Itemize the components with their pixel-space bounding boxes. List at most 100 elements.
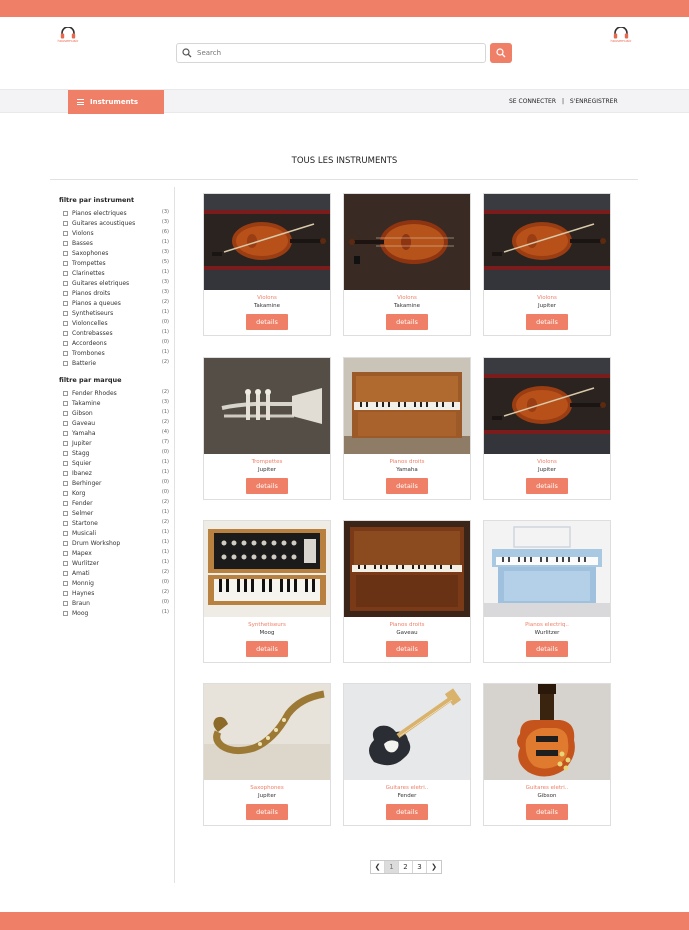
filter-item[interactable]: Fender Rhodes (2) [63,389,169,399]
filter-item[interactable]: Trombones (1) [63,349,169,359]
filter-item[interactable]: Monnig (0) [63,579,169,589]
product-image[interactable] [204,521,330,617]
page-2-button[interactable]: 2 [399,861,413,873]
filter-checkbox[interactable] [63,601,68,606]
product-card[interactable]: Violons Jupiter details [483,193,611,336]
product-card[interactable]: Violons Takamine details [343,193,471,336]
details-button[interactable]: details [386,641,428,657]
details-button[interactable]: details [246,804,288,820]
filter-item[interactable]: Startone (2) [63,519,169,529]
filter-item[interactable]: Stagg (0) [63,449,169,459]
product-card[interactable]: Violons Takamine details [203,193,331,336]
product-category[interactable]: Synthetiseurs [204,622,330,628]
filter-item[interactable]: Haynes (2) [63,589,169,599]
filter-item[interactable]: Musicali (1) [63,529,169,539]
filter-item[interactable]: Guitares eletriques (3) [63,279,169,289]
details-button[interactable]: details [386,314,428,330]
details-button[interactable]: details [526,641,568,657]
filter-checkbox[interactable] [63,361,68,366]
filter-checkbox[interactable] [63,221,68,226]
product-category[interactable]: Violons [484,459,610,465]
filter-checkbox[interactable] [63,451,68,456]
product-card[interactable]: Pianos droits Yamaha details [343,357,471,500]
filter-item[interactable]: Pianos droits (3) [63,289,169,299]
filter-checkbox[interactable] [63,351,68,356]
product-category[interactable]: Guitares eletri.. [344,785,470,791]
filter-item[interactable]: Violons (6) [63,229,169,239]
filter-checkbox[interactable] [63,341,68,346]
filter-item[interactable]: Drum Workshop (1) [63,539,169,549]
product-image[interactable] [344,521,470,617]
filter-item[interactable]: Clarinettes (1) [63,269,169,279]
filter-item[interactable]: Braun (0) [63,599,169,609]
product-image[interactable] [344,684,470,780]
search-box[interactable] [176,43,486,63]
filter-checkbox[interactable] [63,471,68,476]
filter-checkbox[interactable] [63,301,68,306]
product-category[interactable]: Pianos droits [344,459,470,465]
site-logo[interactable]: housemusic [53,27,83,47]
product-category[interactable]: Pianos electriq.. [484,622,610,628]
filter-item[interactable]: Yamaha (4) [63,429,169,439]
product-category[interactable]: Trompettes [204,459,330,465]
product-card[interactable]: Guitares eletri.. Gibson details [483,683,611,826]
filter-checkbox[interactable] [63,291,68,296]
register-link[interactable]: S'ENREGISTRER [570,90,618,114]
prev-page-button[interactable]: ❮ [371,861,385,873]
product-card[interactable]: Synthetiseurs Moog details [203,520,331,663]
product-card[interactable]: Guitares eletri.. Fender details [343,683,471,826]
instruments-menu-button[interactable]: Instruments [68,90,164,114]
filter-item[interactable]: Squier (1) [63,459,169,469]
filter-checkbox[interactable] [63,591,68,596]
filter-item[interactable]: Moog (1) [63,609,169,619]
filter-checkbox[interactable] [63,241,68,246]
product-image[interactable] [204,684,330,780]
product-card[interactable]: Pianos electriq.. Wurlitzer details [483,520,611,663]
filter-item[interactable]: Jupiter (7) [63,439,169,449]
details-button[interactable]: details [246,314,288,330]
filter-item[interactable]: Violoncelles (0) [63,319,169,329]
product-image[interactable] [344,194,470,290]
filter-checkbox[interactable] [63,251,68,256]
filter-checkbox[interactable] [63,281,68,286]
filter-checkbox[interactable] [63,521,68,526]
filter-checkbox[interactable] [63,501,68,506]
site-logo-right[interactable]: housemusic [606,27,636,47]
filter-item[interactable]: Takamine (3) [63,399,169,409]
filter-item[interactable]: Fender (2) [63,499,169,509]
product-image[interactable] [344,358,470,454]
filter-checkbox[interactable] [63,531,68,536]
filter-checkbox[interactable] [63,421,68,426]
filter-checkbox[interactable] [63,331,68,336]
product-category[interactable]: Violons [344,295,470,301]
filter-checkbox[interactable] [63,541,68,546]
product-image[interactable] [484,194,610,290]
product-image[interactable] [484,684,610,780]
product-category[interactable]: Saxophones [204,785,330,791]
login-link[interactable]: SE CONNECTER [509,90,556,114]
product-card[interactable]: Pianos droits Gaveau details [343,520,471,663]
filter-item[interactable]: Batterie (2) [63,359,169,369]
details-button[interactable]: details [526,804,568,820]
filter-checkbox[interactable] [63,611,68,616]
filter-item[interactable]: Korg (0) [63,489,169,499]
filter-item[interactable]: Mapex (1) [63,549,169,559]
product-card[interactable]: Saxophones Jupiter details [203,683,331,826]
details-button[interactable]: details [386,804,428,820]
filter-item[interactable]: Gibson (1) [63,409,169,419]
filter-checkbox[interactable] [63,441,68,446]
filter-checkbox[interactable] [63,271,68,276]
filter-item[interactable]: Guitares acoustiques (3) [63,219,169,229]
filter-item[interactable]: Saxophones (3) [63,249,169,259]
filter-checkbox[interactable] [63,561,68,566]
details-button[interactable]: details [386,478,428,494]
filter-checkbox[interactable] [63,391,68,396]
product-card[interactable]: Violons Jupiter details [483,357,611,500]
filter-item[interactable]: Trompettes (5) [63,259,169,269]
filter-checkbox[interactable] [63,581,68,586]
page-1-button[interactable]: 1 [385,861,399,873]
filter-item[interactable]: Amati (2) [63,569,169,579]
product-card[interactable]: Trompettes Jupiter details [203,357,331,500]
filter-item[interactable]: Synthetiseurs (1) [63,309,169,319]
filter-checkbox[interactable] [63,321,68,326]
